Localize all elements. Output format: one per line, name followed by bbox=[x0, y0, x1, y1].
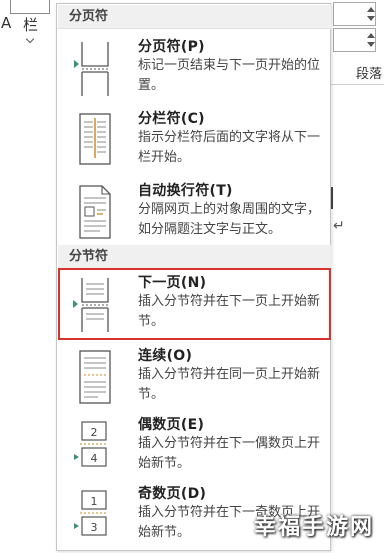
menu-item-description: 插入分节符并在下一页上开始新节。 bbox=[138, 294, 321, 329]
menu-item-column-break[interactable]: 分栏符(C) 指示分栏符后面的文字将从下一栏开始。 bbox=[60, 106, 329, 178]
menu-item-page-break[interactable]: 分页符(P) 标记一页结束与下一页开始的位置。 bbox=[60, 34, 329, 106]
chevron-down-icon[interactable] bbox=[25, 34, 35, 44]
section-header-page-breaks: 分页符 bbox=[58, 5, 331, 29]
menu-item-description: 分隔网页上的对象周围的文字，如分隔题注文字与正文。 bbox=[138, 202, 321, 237]
spin-down-icon[interactable] bbox=[367, 42, 375, 47]
spacing-before-stepper[interactable] bbox=[333, 2, 376, 26]
odd-page-break-icon: 1 3 bbox=[74, 490, 108, 536]
menu-item-description: 插入分节符并在下一偶数页上开始新节。 bbox=[138, 436, 321, 471]
columns-icon[interactable] bbox=[10, 0, 50, 14]
menu-item-title: 连续(O) bbox=[138, 348, 193, 364]
even-page-break-icon: 2 4 bbox=[74, 421, 108, 467]
menu-item-title: 偶数页(E) bbox=[138, 417, 205, 433]
menu-item-description: 指示分栏符后面的文字将从下一栏开始。 bbox=[138, 130, 321, 165]
section-header-section-breaks: 分节符 bbox=[58, 245, 331, 269]
ribbon-left-area: A 栏 bbox=[0, 0, 56, 553]
text-direction-label[interactable]: A bbox=[1, 14, 11, 32]
paragraph-group-label: 段落 bbox=[356, 67, 383, 82]
svg-text:4: 4 bbox=[91, 452, 98, 465]
menu-item-description: 标记一页结束与下一页开始的位置。 bbox=[138, 58, 321, 93]
text-cursor bbox=[331, 187, 333, 209]
spin-down-icon[interactable] bbox=[367, 16, 375, 21]
menu-item-title: 下一页(N) bbox=[138, 275, 207, 291]
menu-item-title: 分栏符(C) bbox=[138, 111, 205, 127]
document-area[interactable] bbox=[331, 85, 384, 553]
spacing-after-stepper[interactable] bbox=[333, 28, 376, 52]
page-break-icon bbox=[74, 42, 109, 96]
svg-text:2: 2 bbox=[91, 426, 98, 439]
svg-text:1: 1 bbox=[91, 495, 98, 508]
menu-item-description: 插入分节符并在同一页上开始新节。 bbox=[138, 367, 321, 402]
paragraph-mark-icon: ↵ bbox=[333, 218, 345, 234]
columns-button-label[interactable]: 栏 bbox=[23, 14, 38, 35]
menu-item-title: 自动换行符(T) bbox=[138, 183, 233, 199]
menu-item-text-wrapping-break[interactable]: 自动换行符(T) 分隔网页上的对象周围的文字，如分隔题注文字与正文。 bbox=[60, 178, 329, 250]
svg-text:3: 3 bbox=[91, 521, 98, 534]
menu-item-title: 分页符(P) bbox=[138, 39, 205, 55]
menu-item-next-page[interactable]: 下一页(N) 插入分节符并在下一页上开始新节。 bbox=[58, 268, 331, 340]
breaks-dropdown-menu: 分页符 分页符(P) 标记一页结束与下一页开始的位置。 分栏符(C) 指示分栏符… bbox=[56, 3, 331, 551]
text-wrapping-break-icon bbox=[79, 185, 111, 239]
spin-up-icon[interactable] bbox=[367, 33, 375, 38]
next-page-break-icon bbox=[73, 278, 109, 332]
menu-item-even-page[interactable]: 2 4 偶数页(E) 插入分节符并在下一偶数页上开始新节。 bbox=[60, 412, 329, 484]
menu-item-title: 奇数页(D) bbox=[138, 486, 207, 502]
continuous-break-icon bbox=[79, 350, 111, 404]
menu-item-continuous[interactable]: 连续(O) 插入分节符并在同一页上开始新节。 bbox=[60, 343, 329, 415]
column-break-icon bbox=[79, 113, 111, 165]
site-watermark: 幸福手游网 bbox=[253, 515, 374, 540]
spin-up-icon[interactable] bbox=[367, 7, 375, 12]
